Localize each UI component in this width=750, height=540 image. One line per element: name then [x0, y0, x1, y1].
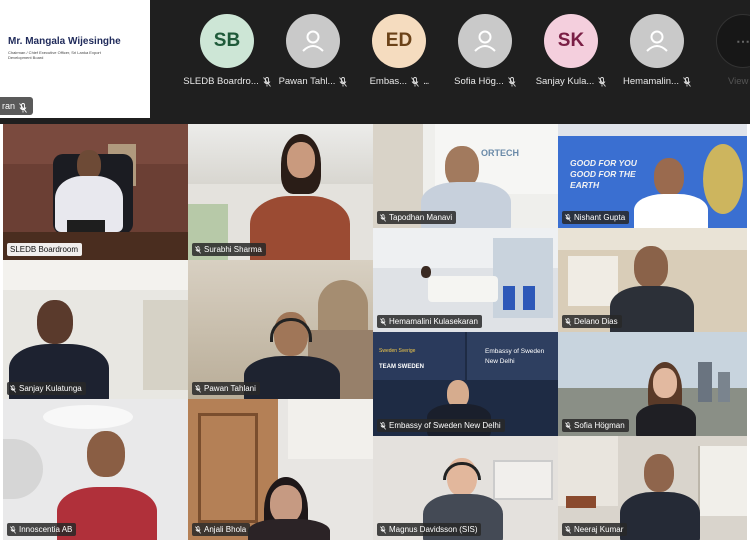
tile-name: Sanjay Kulatunga	[19, 384, 82, 393]
tile-name-tag: Sanjay Kulatunga	[7, 382, 86, 395]
video-tile-innoscentia-ab[interactable]: Innoscentia AB	[3, 399, 188, 540]
tile-name-tag: Surabhi Sharma	[192, 243, 266, 256]
tile-name-tag: Anjali Bhola	[192, 523, 251, 536]
attendee-embassy[interactable]: ED Embas......	[356, 14, 442, 104]
tile-name-tag: Embassy of Sweden New Delhi	[377, 419, 505, 432]
mic-muted-icon	[565, 421, 571, 430]
backdrop-logo-text: ORTECH	[481, 148, 519, 158]
attendee-name: Pawan Tahl...	[278, 76, 336, 87]
tile-name-tag: Hemamalini Kulasekaran	[377, 315, 482, 328]
mic-muted-icon	[683, 76, 691, 87]
mic-muted-icon	[195, 384, 201, 393]
video-tile-tapodhan-manavi[interactable]: ORTECH Tapodhan Manavi	[373, 124, 558, 228]
tile-name-tag: Nishant Gupta	[562, 211, 630, 224]
tile-name: Delano Dias	[574, 317, 618, 326]
video-tile-sofia-hogman[interactable]: Sofia Högman	[558, 332, 747, 436]
tile-name: SLEDB Boardroom	[10, 245, 79, 254]
video-tile-sanjay-kulatunga[interactable]: Sanjay Kulatunga	[3, 260, 188, 399]
view-more-button[interactable]: ⋯ View	[700, 14, 750, 104]
mic-muted-icon	[565, 213, 571, 222]
attendee-name: Sanjay Kula...	[535, 76, 595, 87]
avatar: SB	[200, 14, 254, 68]
mic-muted-icon	[339, 76, 348, 87]
tile-name-tag: Pawan Tahlani	[192, 382, 260, 395]
video-tile-anjali-bhola[interactable]: Anjali Bhola	[188, 399, 373, 540]
banner-text: Embassy of Sweden	[485, 348, 545, 355]
presenter-name: ran	[2, 101, 16, 111]
attendee-hemamalini[interactable]: Hemamalin...	[614, 14, 700, 104]
avatar: ED	[372, 14, 426, 68]
attendee-name: Hemamalin...	[623, 76, 679, 87]
shared-content-tile[interactable]: Mr. Mangala Wijesinghe Chairman / Chief …	[0, 0, 150, 118]
banner-text: New Delhi	[485, 358, 515, 365]
attendee-name: SLEDB Boardro...	[183, 76, 259, 87]
tile-name-tag: Delano Dias	[562, 315, 622, 328]
video-tile-magnus-davidsson[interactable]: Magnus Davidsson (SIS)	[373, 436, 558, 540]
video-tile-embassy-of-sweden[interactable]: Sweden Sverige TEAM SWEDEN Embassy of Sw…	[373, 332, 558, 436]
mic-muted-icon	[195, 525, 201, 534]
attendee-name: Embas...	[369, 76, 408, 87]
video-tile-surabhi-sharma[interactable]: Surabhi Sharma	[188, 124, 373, 260]
attendee-sledb-boardroom[interactable]: SB SLEDB Boardro...	[183, 14, 271, 104]
mic-muted-icon	[507, 76, 516, 87]
backdrop-slogan: GOOD FOR YOU GOOD FOR THE EARTH	[570, 158, 637, 190]
avatar	[286, 14, 340, 68]
tile-name-tag: Magnus Davidsson (SIS)	[377, 523, 482, 536]
person-icon	[646, 30, 668, 52]
tile-name: Nishant Gupta	[574, 213, 626, 222]
mic-muted-icon	[380, 421, 386, 430]
mic-muted-icon	[411, 76, 419, 87]
mic-muted-icon	[565, 317, 571, 326]
mic-muted-icon	[565, 525, 571, 534]
tile-name-tag: Tapodhan Manavi	[377, 211, 457, 224]
video-tile-pawan-tahlani[interactable]: Pawan Tahlani	[188, 260, 373, 399]
participant-strip: Mr. Mangala Wijesinghe Chairman / Chief …	[0, 0, 750, 120]
video-tile-nishant-gupta[interactable]: GOOD FOR YOU GOOD FOR THE EARTH Nishant …	[558, 124, 747, 228]
video-tile-sledb-boardroom[interactable]: SLEDB Boardroom	[3, 124, 188, 260]
mic-muted-icon	[380, 317, 386, 326]
attendee-name: Sofia Hög...	[454, 76, 504, 87]
banner-text: TEAM SWEDEN	[379, 364, 424, 370]
tile-name-tag: Innoscentia AB	[7, 523, 77, 536]
tile-name-tag: Neeraj Kumar	[562, 523, 628, 536]
avatar	[630, 14, 684, 68]
tile-name: Innoscentia AB	[19, 525, 73, 534]
avatar	[458, 14, 512, 68]
mic-muted-icon	[195, 245, 201, 254]
person-icon	[474, 30, 496, 52]
mic-muted-icon	[380, 213, 386, 222]
tile-name: Surabhi Sharma	[204, 245, 262, 254]
view-label: View	[728, 76, 749, 87]
tile-name: Sofia Högman	[574, 421, 625, 430]
mic-muted-icon	[19, 101, 27, 113]
attendee-pawan[interactable]: Pawan Tahl...	[270, 14, 356, 104]
mic-muted-icon	[598, 76, 607, 87]
tile-name: Hemamalini Kulasekaran	[389, 317, 478, 326]
more-icon: ⋯	[716, 14, 750, 68]
mic-muted-icon	[380, 525, 386, 534]
avatar: SK	[544, 14, 598, 68]
video-grid: SLEDB Boardroom Surabhi Sharma ORTECH Ta…	[0, 124, 750, 540]
presenter-name-tag: ran	[0, 97, 34, 115]
tile-name: Pawan Tahlani	[204, 384, 256, 393]
mic-muted-icon	[10, 525, 16, 534]
person-icon	[302, 30, 324, 52]
tile-name: Embassy of Sweden New Delhi	[389, 421, 501, 430]
banner-text: Sweden Sverige	[379, 348, 416, 354]
more-options-button[interactable]: ...	[423, 76, 429, 87]
mic-muted-icon	[10, 384, 16, 393]
video-tile-delano-dias[interactable]: Delano Dias	[558, 228, 747, 332]
video-tile-neeraj-kumar[interactable]: Neeraj Kumar	[558, 436, 747, 540]
video-tile-hemamalini-kulasekaran[interactable]: Hemamalini Kulasekaran	[373, 228, 558, 332]
attendee-sofia[interactable]: Sofia Hög...	[442, 14, 528, 104]
attendee-sanjay[interactable]: SK Sanjay Kula...	[528, 14, 614, 104]
tile-name-tag: SLEDB Boardroom	[7, 243, 83, 256]
tile-name: Tapodhan Manavi	[389, 213, 453, 222]
tile-name: Magnus Davidsson (SIS)	[389, 525, 478, 534]
slide-subtitle: Chairman / Chief Executive Officer, Sri …	[8, 50, 101, 60]
slide-title: Mr. Mangala Wijesinghe	[8, 36, 121, 47]
tile-name: Neeraj Kumar	[574, 525, 624, 534]
tile-name: Anjali Bhola	[204, 525, 247, 534]
tile-name-tag: Sofia Högman	[562, 419, 629, 432]
